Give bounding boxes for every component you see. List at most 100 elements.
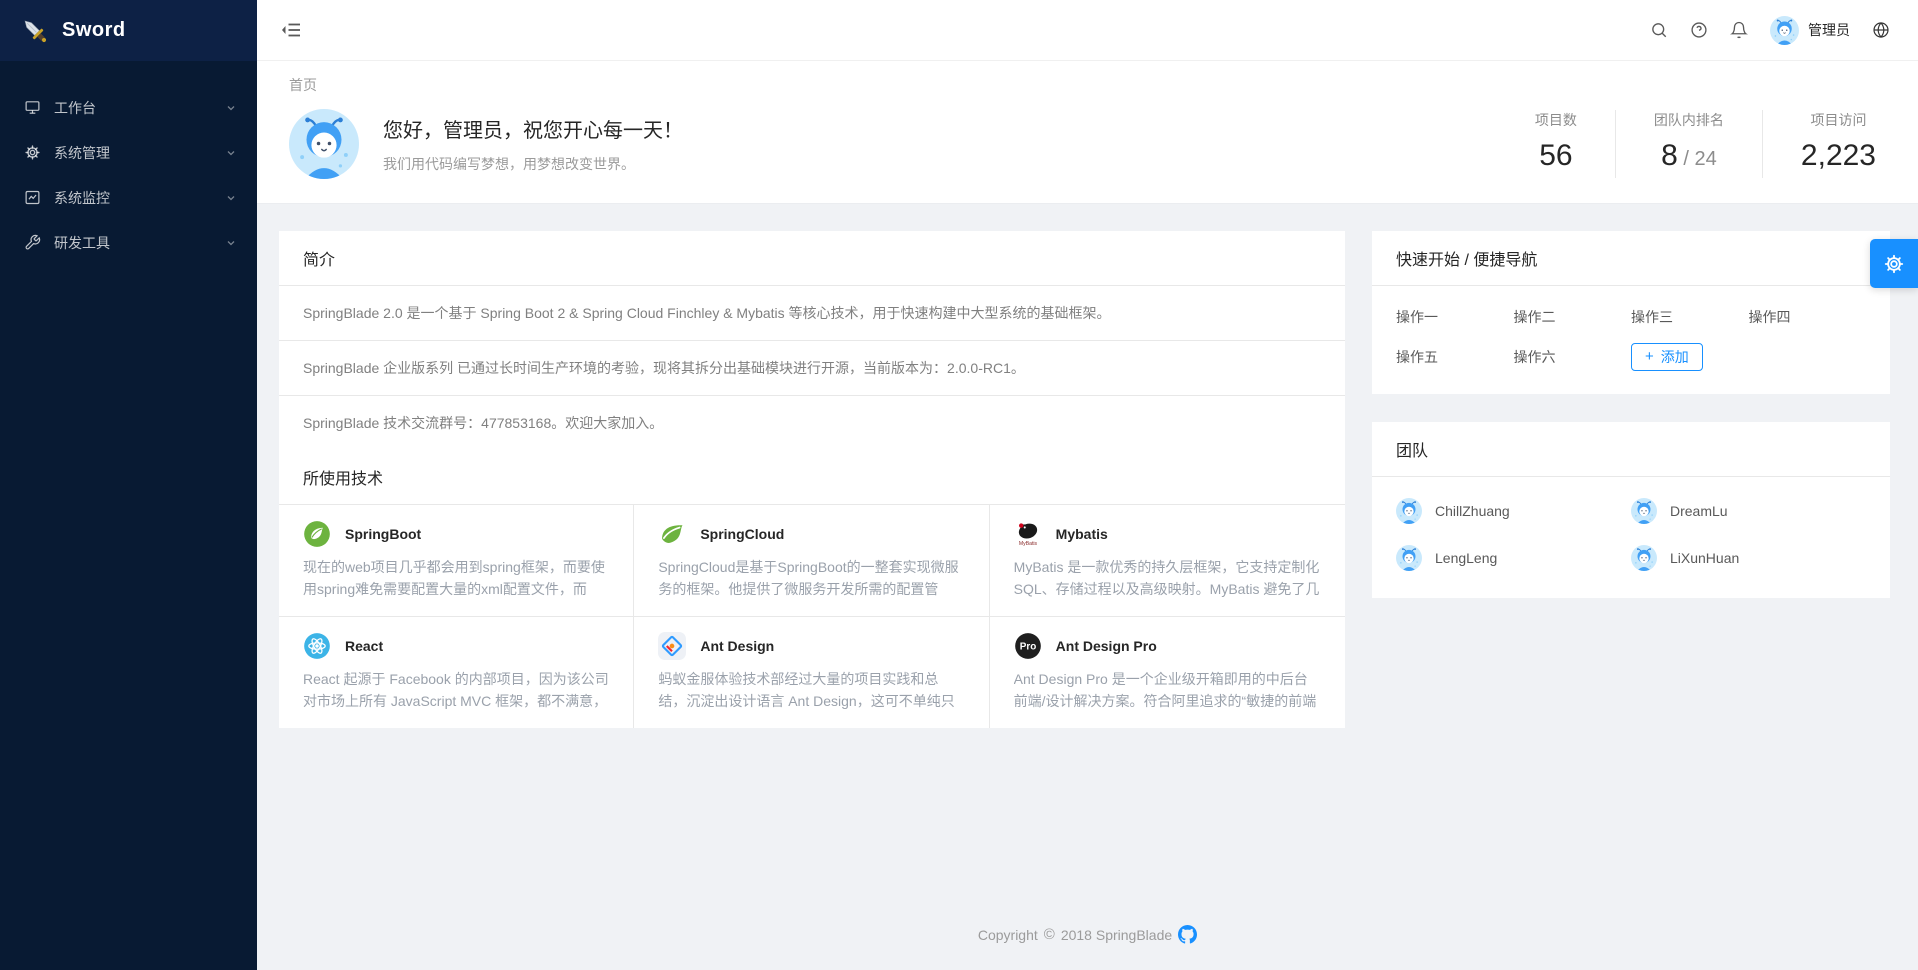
sidebar-item-dev-tools[interactable]: 研发工具 <box>0 220 257 265</box>
member-name: LiXunHuan <box>1670 550 1739 566</box>
gear-icon <box>24 144 41 161</box>
tech-card: 所使用技术 SpringBoot 现在的web项目几乎都会用到spring框架，… <box>279 450 1345 728</box>
help-icon <box>1690 21 1708 39</box>
sidebar: Sword 工作台 系统管理 系统监控 研发工具 <box>0 0 257 970</box>
sidebar-item-label: 系统管理 <box>54 143 225 163</box>
stats-row: 项目数 56 团队内排名 8 / 24 项目访问 2,223 <box>1497 110 1886 178</box>
tech-cell-springcloud: SpringCloud SpringCloud是基于SpringBoot的一整套… <box>634 505 989 617</box>
header-actions: 管理员 <box>1644 12 1896 49</box>
team-card: 团队 ChillZhuang DreamLu LengLeng <box>1372 422 1890 598</box>
tech-name: Ant Design Pro <box>1056 638 1157 654</box>
antdesign-icon <box>658 632 686 660</box>
sidebar-item-system-monitor[interactable]: 系统监控 <box>0 175 257 220</box>
main-area: 管理员 首页 您好，管理员，祝您开心每一天！ 我们用代码编写梦想，用梦想改变世界… <box>257 0 1918 970</box>
tech-description: MyBatis 是一款优秀的持久层框架，它支持定制化 SQL、存储过程以及高级映… <box>1014 556 1321 600</box>
welcome-section: 首页 您好，管理员，祝您开心每一天！ 我们用代码编写梦想，用梦想改变世界。 项目… <box>257 61 1918 204</box>
sword-logo-icon <box>20 16 50 46</box>
app-title: Sword <box>62 19 126 42</box>
intro-paragraph: SpringBlade 2.0 是一个基于 Spring Boot 2 & Sp… <box>279 286 1345 341</box>
breadcrumb[interactable]: 首页 <box>289 75 317 95</box>
quick-link-5[interactable]: 操作五 <box>1396 347 1438 367</box>
member-avatar <box>1396 545 1422 571</box>
tech-cell-mybatis: MyBatis Mybatis MyBatis 是一款优秀的持久层框架，它支持定… <box>990 505 1345 617</box>
antdesignpro-icon: Pro <box>1014 632 1042 660</box>
chevron-down-icon <box>225 192 237 204</box>
tech-card-title: 所使用技术 <box>279 450 1345 505</box>
welcome-avatar <box>289 109 359 179</box>
member-name: ChillZhuang <box>1435 503 1510 519</box>
tech-name: SpringCloud <box>700 526 784 542</box>
intro-paragraph: SpringBlade 企业版系列 已通过长时间生产环境的考验，现将其拆分出基础… <box>279 341 1345 396</box>
quick-start-card: 快速开始 / 便捷导航 操作一 操作二 操作三 操作四 操作五 操作六 + 添加 <box>1372 231 1890 394</box>
language-button[interactable] <box>1866 15 1896 45</box>
tech-name: Mybatis <box>1056 526 1108 542</box>
content-area: 简介 SpringBlade 2.0 是一个基于 Spring Boot 2 &… <box>257 204 1918 728</box>
stat-value: 8 <box>1661 139 1678 172</box>
settings-gear-icon <box>1883 253 1905 275</box>
team-member[interactable]: ChillZhuang <box>1396 498 1631 524</box>
add-button[interactable]: + 添加 <box>1631 343 1703 371</box>
stat-team-rank: 团队内排名 8 / 24 <box>1615 110 1762 178</box>
quick-link-3[interactable]: 操作三 <box>1631 307 1673 327</box>
tech-description: 蚂蚁金服体验技术部经过大量的项目实践和总结，沉淀出设计语言 Ant Design… <box>658 668 964 712</box>
page-footer: Copyright © 2018 SpringBlade <box>257 925 1918 970</box>
github-icon[interactable] <box>1178 925 1197 944</box>
user-avatar <box>1770 16 1799 45</box>
intro-card-title: 简介 <box>279 231 1345 286</box>
quick-links: 操作一 操作二 操作三 操作四 操作五 操作六 + 添加 <box>1372 286 1890 394</box>
settings-drawer-button[interactable] <box>1870 239 1918 288</box>
welcome-greeting: 您好，管理员，祝您开心每一天！ <box>383 114 683 143</box>
add-button-label: 添加 <box>1661 347 1689 367</box>
app-logo[interactable]: Sword <box>0 0 257 61</box>
springboot-icon <box>303 520 331 548</box>
stat-value: 2,223 <box>1801 139 1876 172</box>
tech-name: SpringBoot <box>345 526 421 542</box>
team-member[interactable]: LengLeng <box>1396 545 1631 571</box>
bell-icon <box>1730 21 1748 39</box>
sidebar-item-system-admin[interactable]: 系统管理 <box>0 130 257 175</box>
user-menu[interactable]: 管理员 <box>1764 12 1856 49</box>
team-member[interactable]: LiXunHuan <box>1631 545 1866 571</box>
tech-grid: SpringBoot 现在的web项目几乎都会用到spring框架，而要使用sp… <box>279 505 1345 728</box>
intro-card: 简介 SpringBlade 2.0 是一个基于 Spring Boot 2 &… <box>279 231 1345 450</box>
quick-link-1[interactable]: 操作一 <box>1396 307 1438 327</box>
tech-cell-antdesign: Ant Design 蚂蚁金服体验技术部经过大量的项目实践和总结，沉淀出设计语言… <box>634 617 989 728</box>
tech-name: Ant Design <box>700 638 774 654</box>
sidebar-item-label: 研发工具 <box>54 233 225 253</box>
svg-text:MyBatis: MyBatis <box>1019 541 1038 547</box>
team-card-title: 团队 <box>1372 422 1890 477</box>
desktop-icon <box>24 99 41 116</box>
quick-link-2[interactable]: 操作二 <box>1514 307 1556 327</box>
user-name: 管理员 <box>1808 20 1850 40</box>
copyright-icon: © <box>1044 926 1055 943</box>
team-members: ChillZhuang DreamLu LengLeng LiXunHuan <box>1372 477 1890 598</box>
quick-link-6[interactable]: 操作六 <box>1514 347 1556 367</box>
sidebar-item-workbench[interactable]: 工作台 <box>0 85 257 130</box>
search-button[interactable] <box>1644 15 1674 45</box>
team-member[interactable]: DreamLu <box>1631 498 1866 524</box>
react-icon <box>303 632 331 660</box>
welcome-subtitle: 我们用代码编写梦想，用梦想改变世界。 <box>383 154 683 174</box>
quick-link-4[interactable]: 操作四 <box>1749 307 1791 327</box>
notifications-button[interactable] <box>1724 15 1754 45</box>
help-button[interactable] <box>1684 15 1714 45</box>
plus-icon: + <box>1645 350 1654 364</box>
quick-start-title: 快速开始 / 便捷导航 <box>1372 231 1890 286</box>
intro-paragraph: SpringBlade 技术交流群号：477853168。欢迎大家加入。 <box>279 396 1345 450</box>
sidebar-collapse-button[interactable] <box>275 14 307 46</box>
member-avatar <box>1396 498 1422 524</box>
springcloud-icon <box>658 520 686 548</box>
globe-icon <box>1872 21 1890 39</box>
stat-suffix: / 24 <box>1678 148 1717 170</box>
stat-label: 团队内排名 <box>1654 110 1724 130</box>
member-avatar <box>1631 498 1657 524</box>
mybatis-icon: MyBatis <box>1014 520 1042 548</box>
chevron-down-icon <box>225 237 237 249</box>
chevron-down-icon <box>225 102 237 114</box>
tech-description: SpringCloud是基于SpringBoot的一整套实现微服务的框架。他提供… <box>658 556 964 600</box>
tech-cell-antdesignpro: Pro Ant Design Pro Ant Design Pro 是一个企业级… <box>990 617 1345 728</box>
sidebar-item-label: 系统监控 <box>54 188 225 208</box>
stat-projects: 项目数 56 <box>1497 110 1615 178</box>
search-icon <box>1650 21 1668 39</box>
menu-fold-icon <box>281 20 301 40</box>
